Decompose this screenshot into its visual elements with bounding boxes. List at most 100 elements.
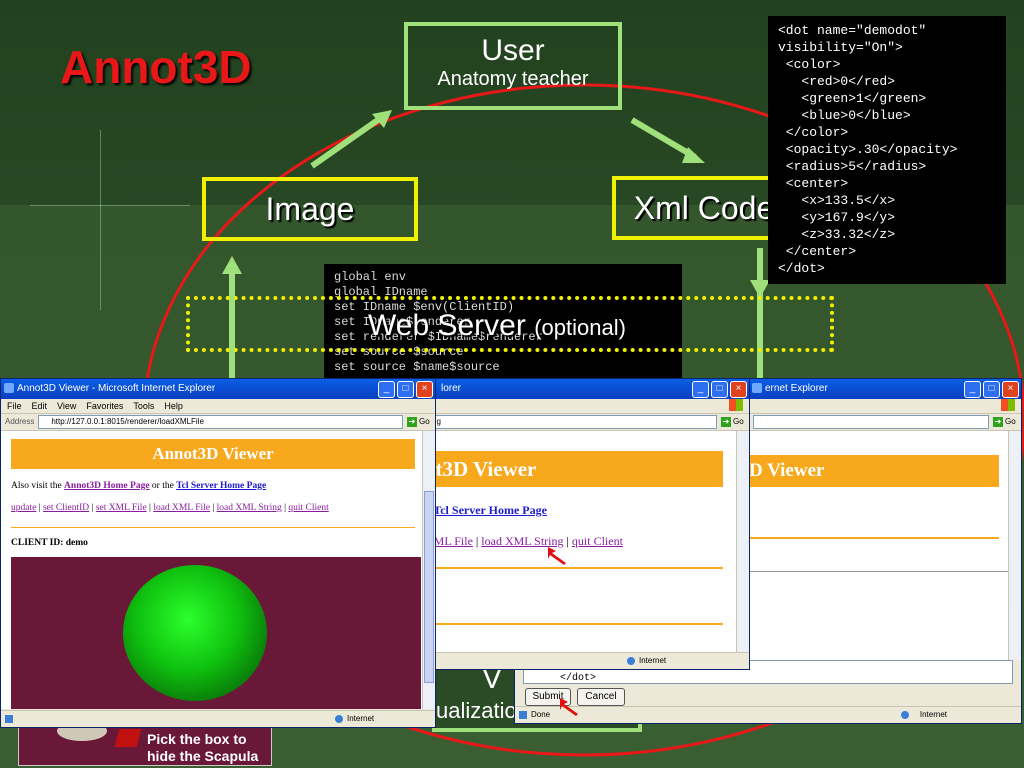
cancel-button[interactable]: Cancel [577, 688, 625, 706]
tcl-line: set source $name$source [334, 360, 500, 374]
menu-view[interactable]: View [57, 399, 76, 413]
globe-icon [901, 711, 909, 719]
xml-line: <y>167.9</y> [778, 210, 896, 225]
window-titlebar[interactable]: lorer _ □ × [425, 379, 749, 399]
menu-file[interactable]: File [7, 399, 22, 413]
go-button[interactable]: ➜ Go [407, 414, 435, 430]
address-input[interactable]: ng [429, 415, 717, 429]
go-label: Go [1005, 417, 1016, 426]
xml-line: <red>0</red> [778, 74, 896, 89]
window-titlebar[interactable]: ernet Explorer _ □ × [749, 379, 1021, 399]
divider [425, 623, 723, 625]
action-quit-client[interactable]: quit Client [288, 503, 328, 513]
ie-icon [752, 383, 762, 393]
menu-favorites[interactable]: Favorites [86, 399, 123, 413]
close-icon[interactable]: × [416, 381, 433, 398]
tcl-home-link[interactable]: Tcl Server Home Page [433, 503, 547, 517]
address-input[interactable]: http://127.0.0.1:8015/renderer/loadXMLFi… [38, 415, 403, 429]
go-arrow-icon: ➜ [993, 417, 1003, 427]
links-line: e Tcl Server Home Page [425, 503, 737, 518]
menu-help[interactable]: Help [164, 399, 183, 413]
viewer-banner: Annot3D Viewer [11, 439, 415, 469]
menu-edit[interactable]: Edit [32, 399, 48, 413]
minimize-icon[interactable]: _ [964, 381, 981, 398]
xml-line: </dot> [778, 261, 825, 276]
web-server-label: Web Server (optional) [368, 309, 626, 343]
viewer-banner: D Viewer [749, 455, 999, 487]
go-label: Go [419, 417, 430, 426]
browser-window-1: Annot3D Viewer - Microsoft Internet Expl… [0, 378, 436, 728]
arrow-image-to-user [310, 112, 387, 169]
xml-line: <z>33.32</z> [778, 227, 896, 242]
viewer-banner: ot3D Viewer [425, 451, 723, 487]
red-box-icon [114, 729, 142, 747]
page-content: ot3D Viewer e Tcl Server Home Page XML F… [425, 431, 737, 653]
xml-line: </center> [778, 244, 857, 259]
minimize-icon[interactable]: _ [378, 381, 395, 398]
also-visit-line: Also visit the Annot3D Home Page or the … [11, 481, 423, 491]
scrollbar-thumb[interactable] [424, 491, 434, 683]
maximize-icon[interactable]: □ [397, 381, 414, 398]
action-update[interactable]: update [11, 503, 36, 513]
xml-line: <x>133.5</x> [778, 193, 896, 208]
browser-window-2: lorer _□× ng ➜Go ot3D Viewer e Tcl Serve… [424, 378, 750, 670]
pointer-arrow-icon [560, 698, 578, 716]
window-title: ernet Explorer [765, 383, 828, 394]
address-input[interactable] [753, 415, 989, 429]
scrollbar[interactable] [736, 431, 749, 653]
action-quit-client[interactable]: quit Client [572, 534, 623, 548]
ie-page-icon [519, 711, 527, 719]
xml-line: <blue>0</blue> [778, 108, 911, 123]
menubar [749, 399, 1021, 414]
divider [749, 537, 999, 539]
image-box: Image [202, 177, 418, 241]
maximize-icon[interactable]: □ [983, 381, 1000, 398]
action-set-clientid[interactable]: set ClientID [43, 503, 89, 513]
page-content: Annot3D Viewer Also visit the Annot3D Ho… [1, 431, 423, 709]
web-server-optional: (optional) [534, 315, 626, 340]
arrow-user-to-xml [630, 117, 697, 160]
maximize-icon[interactable]: □ [711, 381, 728, 398]
globe-icon [627, 657, 635, 665]
action-set-xml-file[interactable]: set XML File [96, 503, 147, 513]
minimize-icon[interactable]: _ [692, 381, 709, 398]
go-button[interactable]: ➜ Go [993, 414, 1021, 430]
divider [749, 571, 1011, 572]
divider [11, 527, 415, 528]
ie-page-icon [5, 715, 13, 723]
window-titlebar[interactable]: Annot3D Viewer - Microsoft Internet Expl… [1, 379, 435, 399]
annot3d-home-link[interactable]: Annot3D Home Page [64, 481, 150, 491]
ie-icon [4, 383, 14, 393]
address-bar: ➜ Go [749, 414, 1021, 431]
close-icon[interactable]: × [730, 381, 747, 398]
caption-line: hide the Scapula [147, 748, 259, 764]
actions-line: update | set ClientID | set XML File | l… [11, 503, 329, 513]
pointer-arrow-icon [548, 547, 566, 565]
window-controls: _ □ × [692, 381, 747, 398]
close-icon[interactable]: × [1002, 381, 1019, 398]
window-controls: _ □ × [378, 381, 433, 398]
textarea-text: </dot> [560, 673, 597, 684]
status-right: Internet [639, 656, 667, 665]
menu-tools[interactable]: Tools [133, 399, 154, 413]
arrowhead [222, 256, 242, 274]
menubar: File Edit View Favorites Tools Help [1, 399, 435, 414]
xml-line: visibility="On"> [778, 40, 903, 55]
also-visit-text: Also visit the [11, 481, 62, 491]
xml-line: </color> [778, 125, 849, 140]
status-right: Internet [919, 710, 947, 719]
tcl-line: global env [334, 270, 407, 284]
render-viewport[interactable] [11, 557, 421, 709]
xml-code-panel: <dot name="demodot" visibility="On"> <col… [768, 16, 1006, 284]
action-load-xml-file[interactable]: load XML File [153, 503, 210, 513]
go-arrow-icon: ➜ [407, 417, 417, 427]
user-title: User [481, 34, 545, 67]
action-load-xml-string[interactable]: load XML String [217, 503, 282, 513]
divider [425, 567, 723, 569]
tcl-home-link[interactable]: Tcl Server Home Page [176, 481, 266, 491]
green-sphere[interactable] [123, 565, 267, 701]
scrollbar[interactable] [422, 431, 435, 709]
go-button[interactable]: ➜ Go [721, 414, 749, 430]
menubar [425, 399, 749, 414]
globe-icon [335, 715, 343, 723]
